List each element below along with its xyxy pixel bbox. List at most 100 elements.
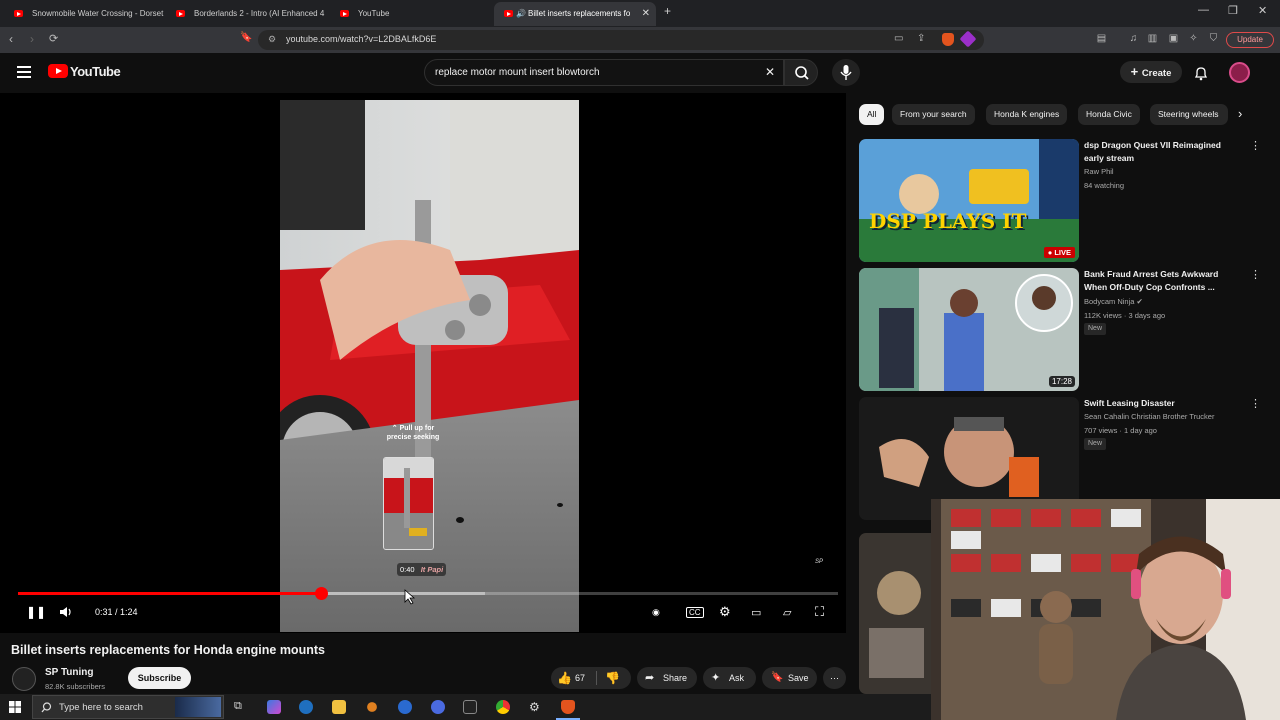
thumbnail-text: DSP PLAYS IT	[869, 209, 1027, 233]
media-icon[interactable]: ♫	[1128, 33, 1139, 44]
windows-start-icon[interactable]	[9, 701, 21, 713]
taskbar-search-input[interactable]: Type here to search	[32, 695, 224, 719]
recommendation-channel[interactable]: Bodycam Ninja ✔	[1084, 295, 1143, 309]
recommendation-title[interactable]: Swift Leasing Disaster	[1084, 397, 1234, 410]
reader-icon[interactable]: ▥	[1147, 33, 1158, 44]
brave-browser-icon[interactable]	[561, 700, 575, 714]
ask-button[interactable]: ✦ Ask	[703, 667, 756, 689]
create-button[interactable]: + Create	[1120, 61, 1182, 83]
more-options-icon[interactable]: ⋮	[1250, 268, 1261, 281]
chip-all[interactable]: All	[859, 104, 885, 125]
pause-icon[interactable]: ❚❚	[26, 605, 46, 619]
chip-from-your-search[interactable]: From your search	[892, 104, 975, 125]
more-options-icon[interactable]: ⋮	[1250, 397, 1261, 410]
forward-icon[interactable]: ›	[30, 32, 34, 46]
recommendation-title[interactable]: dsp Dragon Quest VII Reimagined early st…	[1084, 139, 1234, 165]
app-icon[interactable]	[463, 700, 477, 714]
video-player[interactable]: ⌃ Pull up for precise seeking 0:40 It Pa…	[0, 93, 846, 633]
app-icon[interactable]	[398, 700, 412, 714]
more-options-icon[interactable]: ⋮	[1250, 139, 1261, 152]
recommendation-meta: 707 views · 1 day ago	[1084, 426, 1157, 435]
video-frame[interactable]	[280, 100, 579, 632]
vpn-icon[interactable]: ⛉	[1208, 33, 1219, 44]
recommendation-thumbnail[interactable]: 17:28	[859, 268, 1079, 391]
sidebar-toggle-icon[interactable]: ▤	[1096, 33, 1107, 44]
browser-tab[interactable]: Borderlands 2 - Intro (AI Enhanced 4	[166, 2, 326, 26]
file-explorer-icon[interactable]	[332, 700, 346, 714]
wallet-icon[interactable]: ▣	[1168, 33, 1179, 44]
sparkle-icon: ✦	[711, 672, 721, 684]
share-icon: ➦	[645, 672, 655, 684]
share-page-icon[interactable]: ⇪	[917, 33, 925, 44]
fullscreen-icon[interactable]: ⛶	[815, 604, 824, 620]
recommendation-meta: 112K views · 3 days ago	[1084, 311, 1166, 320]
app-icon[interactable]	[367, 702, 377, 712]
chip-honda-civic[interactable]: Honda Civic	[1078, 104, 1140, 125]
channel-avatar[interactable]	[12, 667, 36, 691]
tab-title: Borderlands 2 - Intro (AI Enhanced 4	[194, 9, 325, 18]
channel-name[interactable]: SP Tuning	[45, 667, 94, 678]
brave-shield-icon[interactable]	[942, 33, 954, 46]
recommendation-thumbnail[interactable]: DSP PLAYS IT ● LIVE	[859, 139, 1079, 262]
close-window-button[interactable]: ✕	[1258, 4, 1267, 17]
tab-title: Snowmobile Water Crossing - Dorset	[32, 9, 164, 18]
back-icon[interactable]: ‹	[9, 32, 13, 46]
browser-tab[interactable]: YouTube	[330, 2, 490, 26]
save-button[interactable]: 🔖 Save	[762, 667, 817, 689]
recommendation-title[interactable]: Bank Fraud Arrest Gets Awkward When Off-…	[1084, 268, 1234, 294]
site-info-icon[interactable]: ⚙	[268, 34, 276, 45]
bookmark-icon: 🔖	[771, 672, 784, 683]
progress-bar[interactable]	[18, 587, 838, 600]
search-input[interactable]: replace motor mount insert blowtorch ✕	[424, 59, 784, 86]
seek-preview-thumbnail	[383, 457, 434, 550]
chrome-icon[interactable]	[496, 700, 510, 714]
new-tab-button[interactable]: +	[664, 4, 671, 18]
recommendation-thumbnail[interactable]	[859, 533, 931, 694]
cast-icon[interactable]: ▭	[894, 33, 903, 44]
update-button[interactable]: Update	[1226, 32, 1274, 48]
recommendation-meta: 84 watching	[1084, 181, 1125, 190]
thumbs-down-icon[interactable]: 👎	[605, 667, 620, 689]
recommendation-channel[interactable]: Raw Phil	[1084, 165, 1114, 179]
chevron-right-icon[interactable]: ›	[1238, 106, 1242, 121]
avatar[interactable]	[1229, 62, 1250, 83]
subscribe-button[interactable]: Subscribe	[128, 667, 191, 689]
search-button[interactable]	[784, 59, 818, 86]
mouse-cursor-icon	[404, 589, 416, 605]
reload-icon[interactable]: ⟳	[49, 32, 58, 45]
copilot-icon[interactable]	[267, 700, 281, 714]
settings-gear-icon[interactable]: ⚙	[719, 604, 731, 620]
bookmark-icon[interactable]: 🔖	[240, 32, 252, 43]
app-icon[interactable]	[431, 700, 445, 714]
browser-tab-active[interactable]: 🔊 Billet inserts replacements fo ✕	[494, 2, 656, 26]
more-actions-button[interactable]: ⋯	[823, 667, 846, 689]
address-bar[interactable]: ⚙ youtube.com/watch?v=L2DBALfkD6E ▭ ⇪	[258, 30, 984, 50]
voice-search-button[interactable]	[832, 59, 860, 86]
edge-icon[interactable]	[299, 700, 313, 714]
restore-button[interactable]: ❐	[1228, 4, 1238, 17]
recommendation-channel[interactable]: Sean Cahalin Christian Brother Trucker	[1084, 410, 1214, 424]
minimize-button[interactable]: —	[1198, 4, 1209, 16]
share-button[interactable]: ➦ Share	[637, 667, 697, 689]
captions-icon[interactable]: CC	[686, 607, 704, 618]
menu-icon[interactable]	[17, 66, 31, 78]
leo-ai-icon[interactable]: ✧	[1188, 33, 1199, 44]
miniplayer-icon[interactable]: ▭	[751, 606, 761, 619]
settings-gear-icon[interactable]: ⚙	[529, 700, 543, 714]
chip-steering-wheels[interactable]: Steering wheels	[1150, 104, 1228, 125]
browser-tab[interactable]: Snowmobile Water Crossing - Dorset	[4, 2, 164, 26]
chip-honda-k-engines[interactable]: Honda K engines	[986, 104, 1068, 125]
notifications-bell-icon[interactable]	[1193, 65, 1209, 81]
clear-search-icon[interactable]: ✕	[765, 65, 775, 79]
webcam-overlay	[931, 499, 1280, 720]
volume-icon[interactable]	[58, 605, 72, 619]
cast-icon[interactable]: ▱	[783, 606, 791, 619]
autoplay-toggle-icon[interactable]: ◉	[652, 607, 660, 618]
like-count[interactable]: 67	[575, 667, 585, 689]
youtube-logo-icon[interactable]	[48, 64, 68, 78]
brave-rewards-icon[interactable]	[959, 30, 977, 48]
close-tab-icon[interactable]: ✕	[642, 2, 650, 26]
task-view-icon[interactable]: ⧉	[234, 700, 248, 714]
thumbs-up-icon[interactable]: 👍	[557, 667, 572, 689]
youtube-logo-text[interactable]: YouTube	[70, 64, 121, 79]
